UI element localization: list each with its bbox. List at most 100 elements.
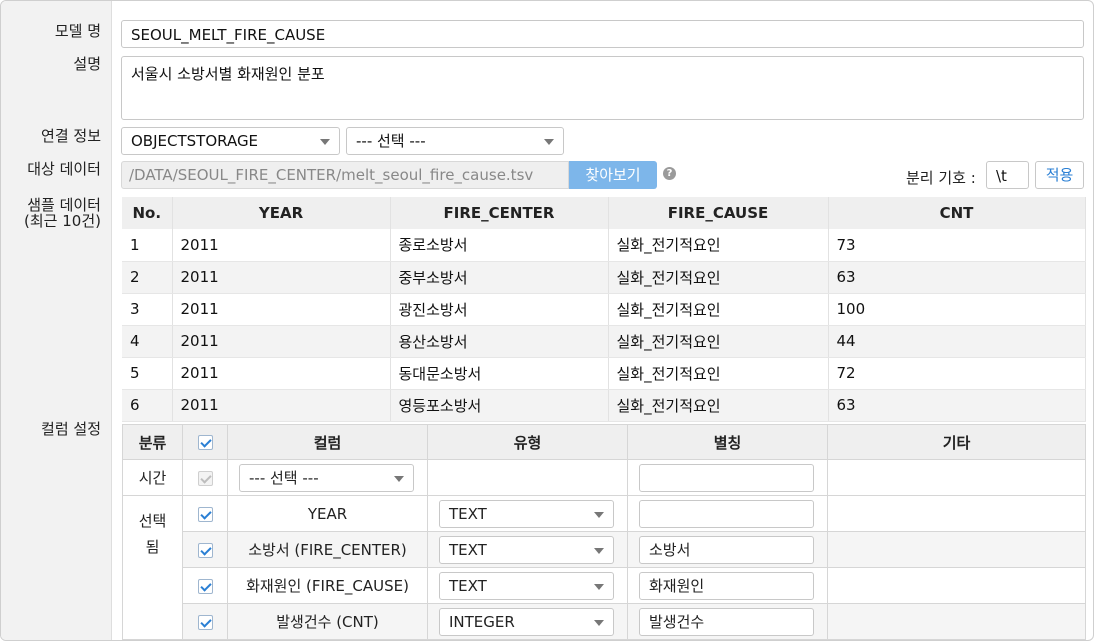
column-type-cell: TEXT (427, 495, 628, 532)
checkbox-icon[interactable] (197, 542, 213, 558)
column-alias-input[interactable]: 화재원인 (639, 572, 814, 600)
cell-cnt: 72 (828, 357, 1086, 390)
time-column-select[interactable]: --- 선택 --- (239, 464, 414, 492)
column-header-category: 분류 (122, 424, 183, 460)
column-alias-input[interactable]: 발생건수 (639, 608, 814, 636)
cell-no: 5 (122, 357, 173, 390)
cell-fire-center: 용산소방서 (390, 325, 609, 358)
separator-input[interactable]: \t (986, 161, 1029, 189)
column-name-cell: 소방서 (FIRE_CENTER) (227, 531, 428, 568)
cell-fire-center: 동대문소방서 (390, 357, 609, 390)
checkbox-icon[interactable] (197, 435, 213, 450)
description-label: 설명 (73, 55, 101, 73)
cell-no: 4 (122, 325, 173, 358)
column-alias-input[interactable]: 소방서 (639, 536, 814, 564)
column-type-value: INTEGER (449, 613, 515, 631)
column-check-cell[interactable] (182, 531, 228, 568)
cell-fire-cause: 실화_전기적요인 (608, 229, 829, 262)
sample-header-fire-cause: FIRE_CAUSE (608, 197, 829, 229)
column-type-value: TEXT (449, 577, 487, 595)
chevron-down-icon (594, 548, 604, 554)
column-header-check[interactable] (182, 424, 228, 460)
cell-year: 2011 (172, 229, 391, 262)
apply-button[interactable]: 적용 (1035, 161, 1084, 189)
column-type-value: TEXT (449, 541, 487, 559)
cell-fire-center: 광진소방서 (390, 293, 609, 326)
sample-header-fire-center: FIRE_CENTER (390, 197, 609, 229)
cell-cnt: 73 (828, 229, 1086, 262)
column-type-select[interactable]: TEXT (439, 500, 614, 528)
column-type-cell: INTEGER (427, 603, 628, 640)
model-name-input[interactable]: SEOUL_MELT_FIRE_CAUSE (121, 20, 1084, 48)
cell-year: 2011 (172, 293, 391, 326)
cell-fire-cause: 실화_전기적요인 (608, 389, 829, 422)
sample-header-year: YEAR (172, 197, 391, 229)
table-row: 3 2011 광진소방서 실화_전기적요인 100 (122, 293, 1086, 326)
time-alias-input[interactable] (639, 464, 814, 492)
column-row: 소방서 (FIRE_CENTER) TEXT 소방서 (123, 531, 1086, 568)
cell-cnt: 63 (828, 389, 1086, 422)
chevron-down-icon (394, 476, 404, 482)
sample-header-row: No. YEAR FIRE_CENTER FIRE_CAUSE CNT (122, 197, 1086, 229)
column-name-cell: 발생건수 (CNT) (227, 603, 428, 640)
selected-group-line1: 선택 (138, 512, 167, 530)
help-icon[interactable]: ? (663, 167, 676, 180)
cell-fire-center: 종로소방서 (390, 229, 609, 262)
cell-cnt: 44 (828, 325, 1086, 358)
column-header-type: 유형 (427, 424, 628, 460)
column-settings-table: 분류 컬럼 유형 별칭 기타 시간 --- 선택 --- 선택 됨 YEAR T… (122, 424, 1086, 640)
time-etc-cell (827, 459, 1086, 496)
column-etc-cell (827, 531, 1086, 568)
checkbox-icon[interactable] (197, 614, 213, 630)
column-etc-cell (827, 603, 1086, 640)
column-type-select[interactable]: TEXT (439, 536, 614, 564)
time-group-label: 시간 (122, 459, 183, 496)
checkbox-icon[interactable] (197, 578, 213, 594)
cell-fire-center: 영등포소방서 (390, 389, 609, 422)
column-type-select[interactable]: INTEGER (439, 608, 614, 636)
column-type-cell: TEXT (427, 567, 628, 604)
connection-secondary-select[interactable]: --- 선택 --- (346, 127, 564, 155)
browse-button[interactable]: 찾아보기 (569, 161, 657, 189)
connection-label: 연결 정보 (41, 127, 101, 145)
storage-select-value: OBJECTSTORAGE (131, 132, 259, 150)
column-type-value: TEXT (449, 505, 487, 523)
column-type-select[interactable]: TEXT (439, 572, 614, 600)
storage-select[interactable]: OBJECTSTORAGE (121, 127, 340, 155)
cell-year: 2011 (172, 261, 391, 294)
table-row: 5 2011 동대문소방서 실화_전기적요인 72 (122, 357, 1086, 390)
sample-header-cnt: CNT (828, 197, 1086, 229)
cell-no: 6 (122, 389, 173, 422)
column-alias-cell: 소방서 (627, 531, 828, 568)
chevron-down-icon (320, 139, 330, 145)
column-check-cell[interactable] (182, 567, 228, 604)
column-header-row: 분류 컬럼 유형 별칭 기타 (122, 424, 1086, 460)
separator-label: 분리 기호 : (906, 169, 976, 187)
chevron-down-icon (594, 620, 604, 626)
sample-header-no: No. (122, 197, 173, 229)
column-name-cell: YEAR (227, 495, 428, 532)
selected-group-label: 선택 됨 (122, 495, 183, 640)
table-row: 1 2011 종로소방서 실화_전기적요인 73 (122, 229, 1086, 262)
column-alias-cell (627, 495, 828, 532)
column-alias-input[interactable] (639, 500, 814, 528)
connection-secondary-value: --- 선택 --- (356, 132, 426, 150)
column-check-cell[interactable] (182, 495, 228, 532)
cell-no: 2 (122, 261, 173, 294)
column-alias-cell: 발생건수 (627, 603, 828, 640)
chevron-down-icon (544, 139, 554, 145)
time-check-cell (182, 459, 228, 496)
time-alias-cell (627, 459, 828, 496)
cell-year: 2011 (172, 325, 391, 358)
column-etc-cell (827, 495, 1086, 532)
time-column-select-value: --- 선택 --- (249, 469, 319, 487)
column-header-etc: 기타 (827, 424, 1086, 460)
column-check-cell[interactable] (182, 603, 228, 640)
sample-data-label-line1: 샘플 데이터 (27, 196, 101, 214)
checkbox-icon[interactable] (197, 506, 213, 522)
column-header-column: 컬럼 (227, 424, 428, 460)
description-textarea[interactable]: 서울시 소방서별 화재원인 분포 (121, 56, 1084, 120)
table-row: 6 2011 영등포소방서 실화_전기적요인 63 (122, 389, 1086, 422)
model-form: 모델 명 설명 연결 정보 대상 데이터 샘플 데이터 (최근 10건) 컬럼 … (0, 0, 1094, 641)
time-column-cell: --- 선택 --- (227, 459, 428, 496)
